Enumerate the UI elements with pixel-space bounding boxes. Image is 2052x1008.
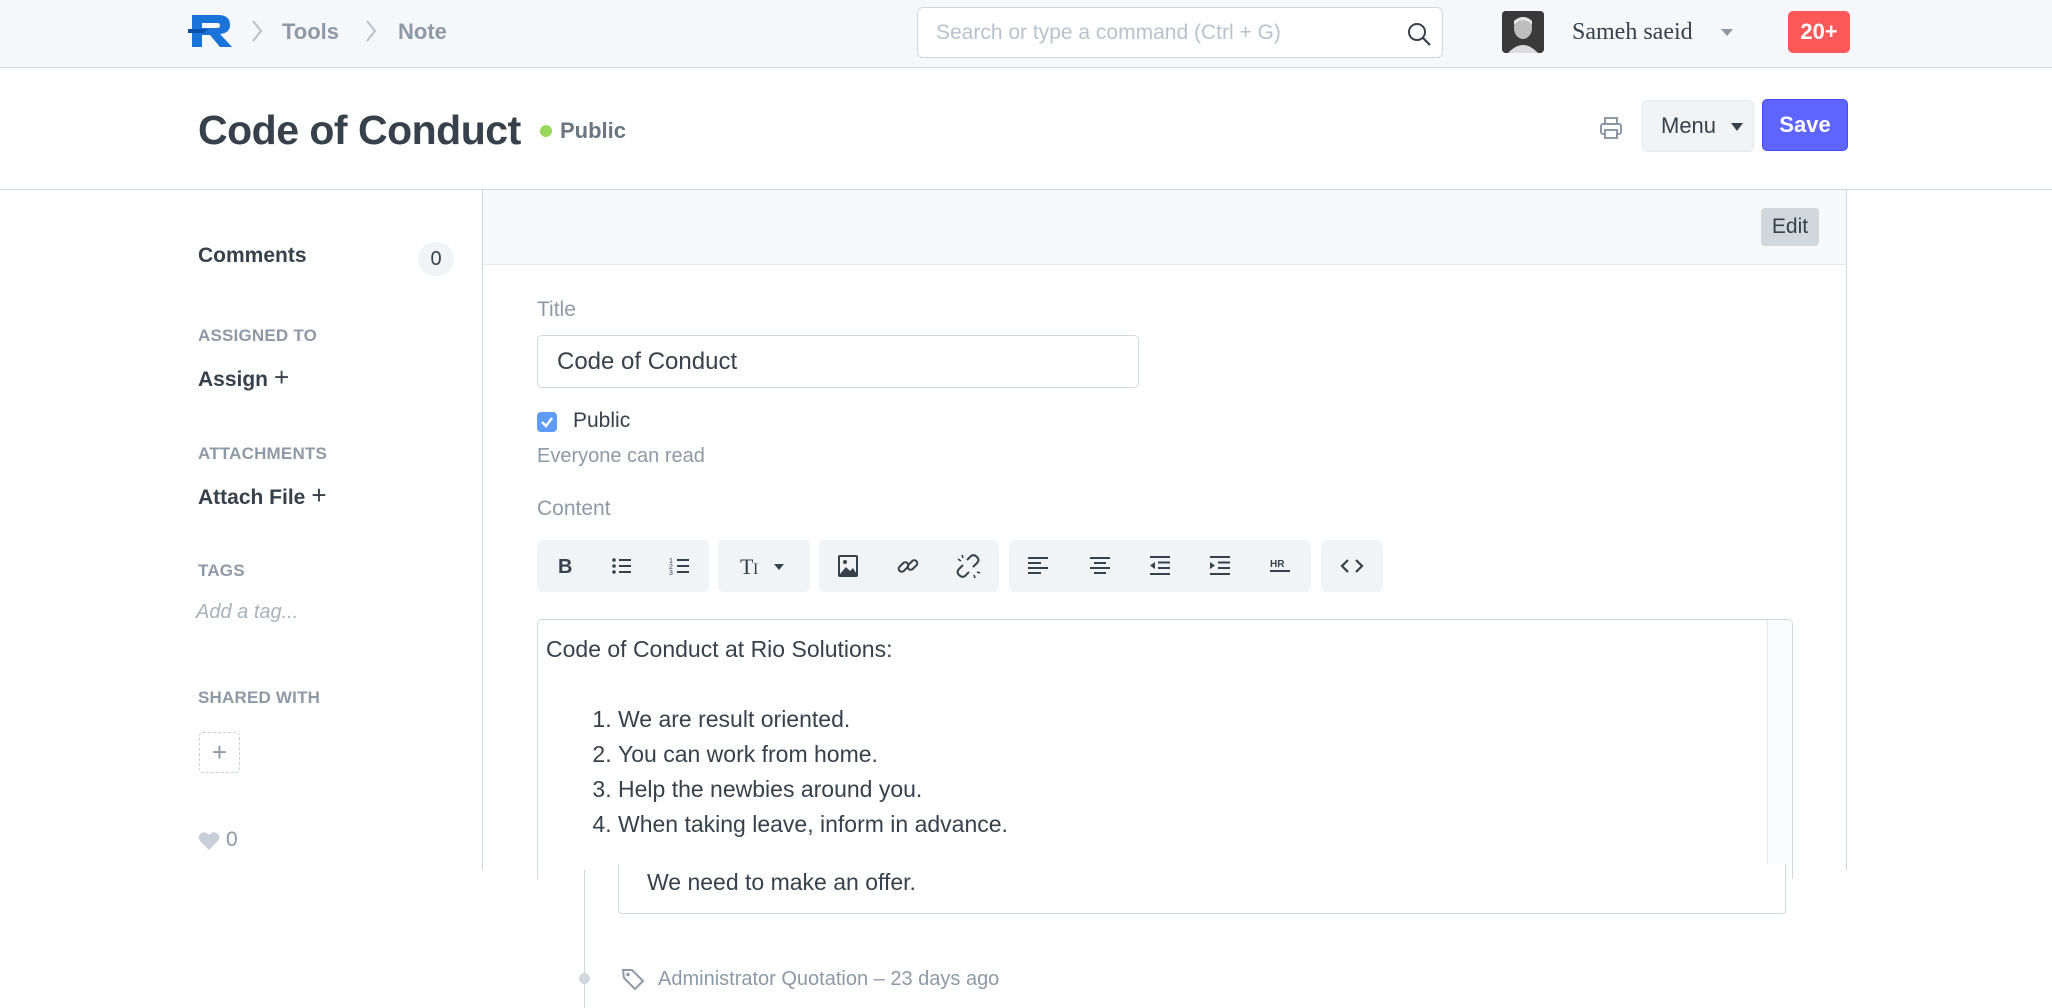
public-label[interactable]: Public bbox=[573, 409, 630, 433]
svg-text:B: B bbox=[558, 556, 572, 578]
user-name[interactable]: Sameh saeid bbox=[1572, 17, 1693, 47]
editor-group-align: HR bbox=[1009, 540, 1311, 592]
assign-button[interactable]: Assign + bbox=[198, 362, 289, 393]
align-left-button[interactable] bbox=[1011, 540, 1065, 592]
link-icon bbox=[897, 559, 919, 573]
unlink-icon bbox=[956, 554, 981, 579]
editor-scrollbar[interactable] bbox=[1767, 620, 1792, 879]
timeline-entry[interactable]: Administrator Quotation – 23 days ago bbox=[658, 966, 999, 992]
search-input[interactable] bbox=[918, 8, 1398, 57]
comment-text: We need to make an offer. bbox=[647, 869, 916, 895]
svg-text:HR: HR bbox=[1270, 559, 1285, 570]
svg-text:T: T bbox=[740, 554, 754, 579]
comments-label: Comments bbox=[198, 244, 307, 267]
ordered-list-icon: 123 bbox=[669, 558, 689, 577]
timeline-line bbox=[584, 870, 585, 1008]
bold-button[interactable]: B bbox=[537, 540, 591, 592]
menu-label: Menu bbox=[1661, 113, 1717, 138]
content-editor[interactable]: Code of Conduct at Rio Solutions: We are… bbox=[537, 619, 1793, 879]
public-help-text: Everyone can read bbox=[537, 445, 705, 467]
public-checkbox[interactable] bbox=[537, 412, 557, 432]
breadcrumb-separator-icon bbox=[366, 20, 377, 42]
attach-file-button[interactable]: Attach File + bbox=[198, 480, 327, 511]
text-size-icon: TI bbox=[740, 554, 784, 579]
content-label: Content bbox=[537, 497, 611, 520]
like-count: 0 bbox=[226, 828, 238, 851]
editor-group-code bbox=[1321, 540, 1383, 592]
list-item: We are result oriented. bbox=[618, 702, 1008, 737]
unlink-button[interactable] bbox=[941, 540, 995, 592]
plus-icon: + bbox=[311, 480, 327, 510]
outdent-button[interactable] bbox=[1133, 540, 1187, 592]
tag-icon bbox=[621, 969, 645, 991]
list-item: When taking leave, inform in advance. bbox=[618, 807, 1008, 842]
image-button[interactable] bbox=[821, 540, 875, 592]
page-head: Code of Conduct Public Menu Save bbox=[0, 69, 2052, 190]
timeline-comment: We need to make an offer. bbox=[618, 864, 1786, 914]
horizontal-rule-button[interactable]: HR bbox=[1253, 540, 1307, 592]
svg-text:3: 3 bbox=[669, 570, 673, 577]
check-icon bbox=[541, 417, 553, 428]
code-view-button[interactable] bbox=[1325, 540, 1379, 592]
plus-icon: + bbox=[274, 362, 290, 392]
editor-group-format: B 123 bbox=[537, 540, 709, 592]
caret-down-icon[interactable] bbox=[1720, 27, 1734, 37]
bullet-list-icon bbox=[612, 558, 631, 574]
align-left-icon bbox=[1028, 557, 1048, 574]
title-input[interactable] bbox=[537, 335, 1139, 388]
add-share-button[interactable]: + bbox=[199, 732, 240, 773]
bullet-list-button[interactable] bbox=[595, 540, 649, 592]
breadcrumb-tools[interactable]: Tools bbox=[282, 18, 339, 46]
align-center-icon bbox=[1090, 557, 1110, 574]
svg-text:I: I bbox=[753, 561, 758, 578]
bold-icon: B bbox=[558, 556, 572, 578]
add-tag-input[interactable]: Add a tag... bbox=[196, 601, 298, 624]
code-icon bbox=[1340, 559, 1364, 573]
comments-link[interactable]: Comments 0 bbox=[198, 230, 458, 286]
navbar: Tools Note Sameh saeid 20+ bbox=[0, 0, 2052, 68]
menu-button[interactable]: Menu bbox=[1642, 100, 1754, 152]
page-title: Code of Conduct bbox=[198, 107, 521, 153]
list-item: Help the newbies around you. bbox=[618, 772, 1008, 807]
text-size-button[interactable]: TI bbox=[720, 540, 808, 592]
editor-group-insert bbox=[819, 540, 999, 592]
caret-down-icon bbox=[1731, 123, 1743, 131]
status-label: Public bbox=[560, 118, 627, 143]
attach-file-label: Attach File bbox=[198, 486, 306, 509]
hr-icon: HR bbox=[1270, 559, 1290, 572]
form-panel: Edit Title Public Everyone can read Cont… bbox=[482, 190, 1847, 879]
notifications-badge[interactable]: 20+ bbox=[1788, 11, 1850, 53]
ordered-list-button[interactable]: 123 bbox=[653, 540, 707, 592]
attachments-heading: ATTACHMENTS bbox=[198, 444, 328, 463]
heart-icon[interactable] bbox=[198, 831, 220, 851]
assigned-to-heading: ASSIGNED TO bbox=[198, 326, 318, 345]
content-intro: Code of Conduct at Rio Solutions: bbox=[546, 636, 893, 662]
editor-group-size: TI bbox=[718, 540, 810, 592]
form-toolbar: Edit bbox=[483, 190, 1846, 265]
indent-button[interactable] bbox=[1193, 540, 1247, 592]
edit-button[interactable]: Edit bbox=[1761, 208, 1819, 246]
indent-icon bbox=[1210, 556, 1230, 575]
link-button[interactable] bbox=[881, 540, 935, 592]
logo-icon[interactable] bbox=[188, 13, 234, 49]
title-label: Title bbox=[537, 298, 576, 321]
outdent-icon bbox=[1150, 556, 1170, 575]
save-button[interactable]: Save bbox=[1762, 99, 1848, 151]
image-icon bbox=[838, 555, 858, 577]
content-list: We are result oriented. You can work fro… bbox=[590, 702, 1008, 842]
comments-count: 0 bbox=[418, 242, 454, 276]
assign-label: Assign bbox=[198, 368, 269, 391]
align-center-button[interactable] bbox=[1073, 540, 1127, 592]
search-box[interactable] bbox=[917, 7, 1443, 58]
shared-with-heading: SHARED WITH bbox=[198, 688, 321, 707]
tags-heading: TAGS bbox=[198, 561, 245, 580]
list-item: You can work from home. bbox=[618, 737, 1008, 772]
search-icon[interactable] bbox=[1406, 21, 1432, 47]
breadcrumb-separator-icon bbox=[252, 20, 263, 42]
timeline-dot bbox=[579, 973, 590, 984]
status-indicator bbox=[540, 125, 552, 137]
breadcrumb-note[interactable]: Note bbox=[398, 18, 447, 46]
avatar[interactable] bbox=[1502, 11, 1544, 53]
print-icon[interactable] bbox=[1598, 115, 1624, 141]
